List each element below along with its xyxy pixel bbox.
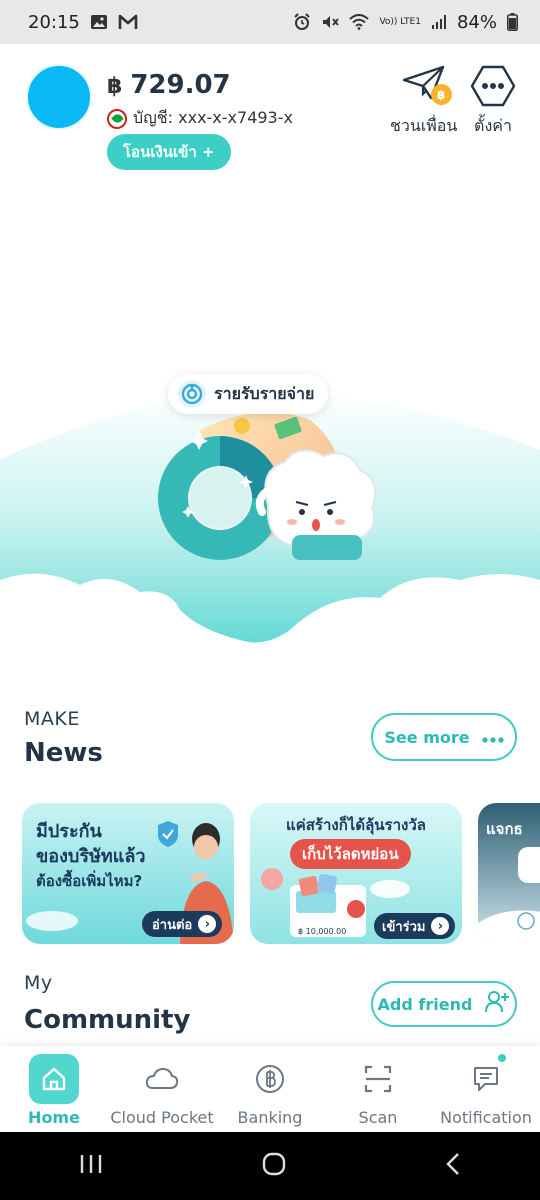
nav-cloud-pocket[interactable]: Cloud Pocket <box>108 1046 216 1132</box>
cloud-icon <box>137 1054 187 1104</box>
community-title: Community <box>24 1005 191 1035</box>
insurance-headline: มีประกัน ของบริษัทแล้ว <box>36 819 145 869</box>
chevron-right-icon: › <box>431 917 450 935</box>
nav-notification[interactable]: Notification <box>432 1046 540 1132</box>
back-icon[interactable] <box>445 1152 461 1180</box>
nav-scan[interactable]: Scan <box>324 1046 432 1132</box>
add-friend-label: Add friend <box>377 994 473 1014</box>
see-more-button[interactable]: See more <box>371 713 517 761</box>
baht-icon <box>245 1054 295 1104</box>
avatar[interactable] <box>26 64 92 130</box>
invite-icon-wrap: ฿ <box>394 64 454 108</box>
battery-icon <box>507 13 518 31</box>
battery-percent: 84% <box>456 11 497 33</box>
status-time: 20:15 <box>28 11 80 33</box>
more-dots-icon <box>481 728 504 747</box>
invite-friend-button[interactable]: ฿ ชวนเพื่อน <box>390 64 457 139</box>
card-amount: ฿ 10,000.00 <box>298 927 347 936</box>
coin-icon <box>234 418 250 434</box>
alarm-icon <box>293 13 311 31</box>
partial-banner-art <box>478 910 540 944</box>
news-banner-partial[interactable]: แจกธ <box>478 803 540 944</box>
notification-badge <box>496 1052 508 1064</box>
status-right: Vo)) LTE1 84% <box>293 12 518 33</box>
join-label: เข้าร่วม <box>382 919 426 935</box>
kbank-logo-icon <box>107 108 127 129</box>
see-more-label: See more <box>384 727 470 747</box>
system-nav-bar <box>0 1132 540 1200</box>
account-number-row: บัญชี: xxx-x-x7493-x <box>107 106 293 131</box>
nav-banking-label: Banking <box>237 1108 303 1127</box>
news-title: News <box>24 738 103 768</box>
tax-tag: เก็บไว้ลดหย่อน <box>290 839 411 869</box>
nav-home[interactable]: Home <box>0 1046 108 1132</box>
nav-home-label: Home <box>28 1108 80 1127</box>
account-number: บัญชี: xxx-x-x7493-x <box>133 108 293 127</box>
nav-cloud-pocket-label: Cloud Pocket <box>110 1108 214 1127</box>
invite-label: ชวนเพื่อน <box>390 116 458 135</box>
recent-apps-icon[interactable] <box>79 1153 103 1179</box>
nav-scan-label: Scan <box>358 1108 398 1127</box>
join-button[interactable]: เข้าร่วม › <box>374 913 456 939</box>
tax-headline: แค่สร้างก็ได้ลุ้นรางวัล <box>286 816 426 834</box>
add-person-icon <box>484 990 510 1018</box>
balance-display: ฿ 729.07 <box>107 70 231 100</box>
status-left: 20:15 <box>28 12 138 33</box>
community-kicker: My <box>24 972 53 994</box>
gmail-icon <box>118 14 138 30</box>
topup-button[interactable]: โอนเงินเข้า + <box>107 134 231 170</box>
news-kicker: MAKE <box>24 708 80 730</box>
chevron-right-icon: › <box>198 915 217 933</box>
read-more-label: อ่านต่อ <box>152 917 193 933</box>
settings-button[interactable]: ตั้งค่า <box>470 64 516 139</box>
wifi-icon <box>349 14 370 30</box>
add-friend-button[interactable]: Add friend <box>371 981 517 1027</box>
currency-symbol: ฿ <box>107 74 123 99</box>
scan-icon <box>353 1054 403 1104</box>
signal-icon <box>431 14 447 30</box>
status-bar: 20:15 Vo)) LTE1 84% <box>0 0 540 44</box>
volte-label: Vo)) LTE1 <box>379 16 421 27</box>
target-icon <box>178 380 206 408</box>
gallery-icon <box>90 14 108 30</box>
nav-notification-label: Notification <box>440 1108 532 1127</box>
insurance-line1: มีประกัน <box>36 821 102 842</box>
news-banner-insurance[interactable]: มีประกัน ของบริษัทแล้ว ต้องซื้อเพิ่มไหม?… <box>22 803 234 944</box>
income-expense-label: รายรับรายจ่าย <box>214 383 315 403</box>
app-screen: 20:15 Vo)) LTE1 84% ฿ 729.07 บัญชี: xxx-… <box>0 0 540 1200</box>
read-more-button[interactable]: อ่านต่อ › <box>142 911 223 937</box>
bottom-nav: Home Cloud Pocket Banking Scan Notificat… <box>0 1046 540 1132</box>
mute-icon <box>321 13 340 31</box>
balance-amount: 729.07 <box>130 70 231 100</box>
insurance-line2: ของบริษัทแล้ว <box>36 846 146 867</box>
more-hexagon-icon <box>470 65 516 107</box>
news-banner-tax[interactable]: แค่สร้างก็ได้ลุ้นรางวัล เก็บไว้ลดหย่อน ฿… <box>250 803 462 944</box>
nav-banking[interactable]: Banking <box>216 1046 324 1132</box>
income-expense-pill[interactable]: รายรับรายจ่าย <box>168 374 329 414</box>
home-system-icon[interactable] <box>261 1151 287 1181</box>
bitcoin-icon: ฿ <box>430 84 452 105</box>
home-icon <box>29 1054 79 1104</box>
settings-label: ตั้งค่า <box>474 116 512 135</box>
insurance-line3: ต้องซื้อเพิ่มไหม? <box>36 872 143 890</box>
